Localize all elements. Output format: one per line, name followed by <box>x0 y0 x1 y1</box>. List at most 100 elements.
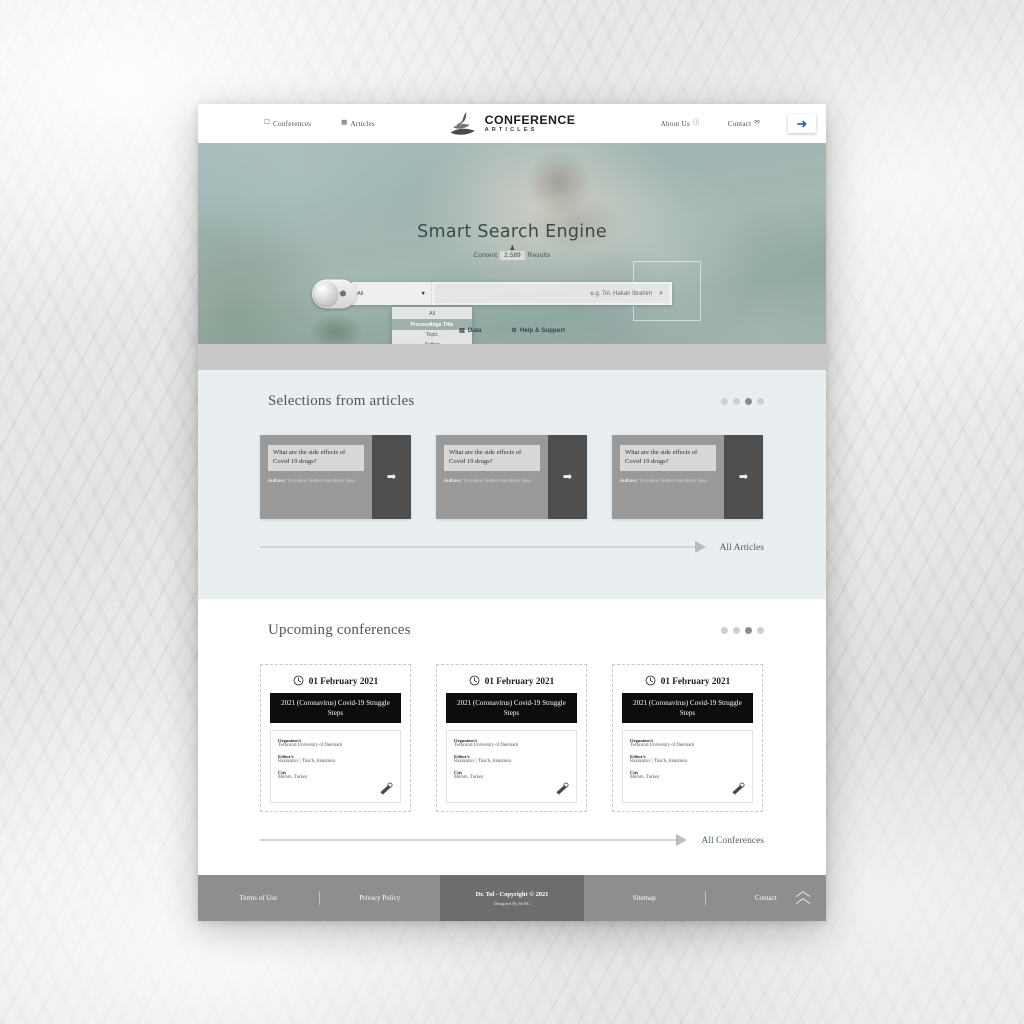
conference-date-row: 01 February 2021 <box>622 675 753 686</box>
hero-divider-strip <box>198 344 826 370</box>
nav-item-articles[interactable]: ▦ Articles <box>341 120 375 128</box>
search-input[interactable]: e.g. Tol. Hakan İbrahim ⌕ <box>435 284 669 303</box>
article-card-body: What are the side effects of Covid 19 dr… <box>260 435 372 519</box>
conferences-section: Upcoming conferences 01 February 2021 20… <box>198 599 826 875</box>
map-pin-icon <box>556 782 569 795</box>
footer-link-privacy[interactable]: Privacy Policy <box>320 875 441 921</box>
search-scope-value: All <box>357 290 364 297</box>
arrow-right-icon: ➜ <box>796 116 808 131</box>
footer-designed-by: Designed By birNC <box>493 900 531 906</box>
editor-value: Razskazov | Tkach, Anastasia <box>454 759 511 765</box>
all-articles-bar[interactable]: All Articles <box>260 541 764 553</box>
article-card[interactable]: What are the side effects of Covid 19 dr… <box>260 435 411 519</box>
brand-text: CONFERENCE ARTICLES <box>484 112 576 134</box>
book-icon: ☐ <box>264 119 271 127</box>
conference-meta: Organizer/s Technical University of Denm… <box>270 730 401 804</box>
conference-card-row: 01 February 2021 2021 (Coronavirus) Covi… <box>260 664 764 812</box>
conference-date-row: 01 February 2021 <box>270 675 401 686</box>
result-count-value: 2.589 <box>504 252 521 259</box>
progress-line <box>260 546 696 548</box>
grid-icon: ▦ <box>341 119 348 127</box>
carousel-dot[interactable] <box>757 627 764 634</box>
gear-icon: ⚙ <box>511 327 517 334</box>
arrow-right-icon: ➡ <box>562 470 573 483</box>
carousel-dot[interactable] <box>733 398 740 405</box>
carousel-dot-active[interactable] <box>745 627 752 634</box>
article-title: What are the side effects of Covid 19 dr… <box>268 445 364 471</box>
article-card-action[interactable]: ➡ <box>724 435 763 519</box>
progress-line <box>260 839 678 841</box>
organizer-value: Technical University of Denmark <box>278 743 343 749</box>
carousel-dot[interactable] <box>757 398 764 405</box>
article-card[interactable]: What are the side effects of Covid 19 dr… <box>436 435 587 519</box>
editor-value: Razskazov | Tkach, Anastasia <box>278 759 335 765</box>
all-articles-link[interactable]: All Articles <box>720 542 765 553</box>
hero-link-data[interactable]: ▤ Data <box>459 327 481 334</box>
voice-search-toggle[interactable] <box>312 279 356 308</box>
clock-icon <box>645 675 656 686</box>
all-conferences-bar[interactable]: All Conferences <box>260 834 764 846</box>
conference-title: 2021 (Coronavirus) Covid-19 Struggle Ste… <box>446 693 577 724</box>
nav-item-contact[interactable]: Contact ✉ <box>728 120 760 128</box>
map-pin-icon <box>732 782 745 795</box>
dropdown-option[interactable]: Author <box>392 340 472 344</box>
conference-title: 2021 (Coronavirus) Covid-19 Struggle Ste… <box>622 693 753 724</box>
result-count-badge: ♟ 2.589 <box>500 245 525 260</box>
carousel-dot[interactable] <box>733 627 740 634</box>
article-card-row: What are the side effects of Covid 19 dr… <box>260 435 764 519</box>
conference-card[interactable]: 01 February 2021 2021 (Coronavirus) Covi… <box>260 664 411 812</box>
website-page: ☐ Conferences ▦ Articles CONFERENCE ARTI… <box>198 104 826 921</box>
site-header: ☐ Conferences ▦ Articles CONFERENCE ARTI… <box>198 104 826 143</box>
conference-title: 2021 (Coronavirus) Covid-19 Struggle Ste… <box>270 693 401 724</box>
site-footer: Terms of Use Privacy Policy Dr. Tol - Co… <box>198 875 826 921</box>
conference-date: 01 February 2021 <box>660 675 731 686</box>
pin-icon: ♟ <box>509 245 516 252</box>
article-card-body: What are the side effects of Covid 19 dr… <box>436 435 548 519</box>
article-card-action[interactable]: ➡ <box>548 435 587 519</box>
all-conferences-link[interactable]: All Conferences <box>701 835 764 846</box>
chevron-down-icon: ▼ <box>420 290 426 297</box>
search-scope-select[interactable]: All ▼ <box>352 282 432 305</box>
chevron-up-icon <box>795 891 811 898</box>
article-authors: Authors: Tol, Hakan İbrahim Svendsen, Sv… <box>620 478 716 484</box>
conference-date: 01 February 2021 <box>308 675 379 686</box>
mail-icon: ✉ <box>754 119 760 127</box>
footer-copyright: Dr. Tol - Copyright © 2021 <box>475 890 549 898</box>
article-authors-label: Authors: <box>620 477 638 483</box>
hero-link-help[interactable]: ⚙ Help & Support <box>511 327 565 334</box>
map-pin-icon <box>380 782 393 795</box>
conference-date-row: 01 February 2021 <box>446 675 577 686</box>
hero-title: Smart Search Engine <box>417 222 607 242</box>
articles-section: Selections from articles What are the si… <box>198 370 826 599</box>
conferences-carousel-dots <box>721 627 764 634</box>
organizer-value: Technical University of Denmark <box>454 743 519 749</box>
carousel-dot-active[interactable] <box>745 398 752 405</box>
search-scope-dropdown[interactable]: All Proceedings Title Topic Author Year … <box>392 307 472 344</box>
hero-result-summary: Content ♟ 2.589 Results <box>198 245 826 260</box>
article-card-action[interactable]: ➡ <box>372 435 411 519</box>
info-circle-icon: ⓘ <box>692 119 700 127</box>
brand-name: CONFERENCE <box>484 112 576 127</box>
article-card[interactable]: What are the side effects of Covid 19 dr… <box>612 435 763 519</box>
login-button[interactable]: ➜ <box>788 114 816 133</box>
article-authors: Authors: Tol, Hakan İbrahim Svendsen, Sv… <box>268 478 364 484</box>
carousel-dot[interactable] <box>721 398 728 405</box>
dropdown-option[interactable]: All <box>392 309 472 319</box>
footer-link-terms[interactable]: Terms of Use <box>198 875 319 921</box>
nav-item-conferences[interactable]: ☐ Conferences <box>264 120 311 128</box>
brand-tagline: ARTICLES <box>484 126 538 133</box>
search-icon: ⌕ <box>659 289 663 297</box>
scroll-to-top-button[interactable] <box>794 891 812 905</box>
hero-quick-links: ▤ Data ⚙ Help & Support <box>198 327 826 334</box>
footer-link-sitemap[interactable]: Sitemap <box>584 875 705 921</box>
conference-card[interactable]: 01 February 2021 2021 (Coronavirus) Covi… <box>612 664 763 812</box>
brand-logo[interactable]: CONFERENCE ARTICLES <box>449 111 576 137</box>
conference-card[interactable]: 01 February 2021 2021 (Coronavirus) Covi… <box>436 664 587 812</box>
nav-item-about-us[interactable]: About Us ⓘ <box>661 120 700 128</box>
article-authors-value: Tol, Hakan İbrahim Svendsen, Sven <box>463 477 532 483</box>
chevron-up-icon <box>795 898 811 905</box>
carousel-dot[interactable] <box>721 627 728 634</box>
database-icon: ▤ <box>459 327 465 334</box>
footer-copyright-block: Dr. Tol - Copyright © 2021 Designed By b… <box>440 875 584 921</box>
search-bar: All ▼ e.g. Tol. Hakan İbrahim ⌕ <box>352 282 672 305</box>
